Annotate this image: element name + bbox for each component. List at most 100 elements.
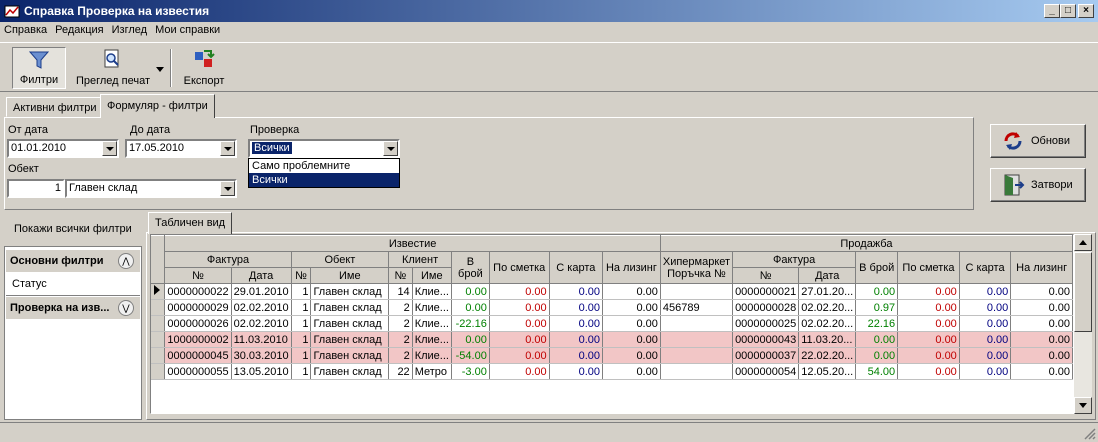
cell-client-name[interactable]: Клие... bbox=[412, 331, 452, 348]
sidebar-section-notice-check[interactable]: Проверка на изв... ⋁ bbox=[6, 297, 140, 319]
close-button[interactable]: Затвори bbox=[990, 168, 1086, 202]
menu-view[interactable]: Изглед bbox=[108, 22, 151, 40]
cell-card[interactable]: 0.00 bbox=[549, 315, 604, 332]
col-card[interactable]: С карта bbox=[549, 251, 604, 284]
cell-object-no[interactable]: 1 bbox=[291, 315, 312, 332]
cell-client-no[interactable]: 2 bbox=[388, 315, 413, 332]
cell-object-name[interactable]: Главен склад bbox=[310, 347, 390, 364]
cell-sale-card[interactable]: 0.00 bbox=[959, 283, 1012, 300]
cell-invoice-no[interactable]: 0000000029 bbox=[164, 299, 232, 316]
cell-object-name[interactable]: Главен склад bbox=[310, 299, 390, 316]
cell-sale-account[interactable]: 0.00 bbox=[897, 331, 960, 348]
cell-sale-no[interactable]: 0000000021 bbox=[732, 283, 800, 300]
col-client-name[interactable]: Име bbox=[412, 267, 452, 284]
cell-client-no[interactable]: 2 bbox=[388, 299, 413, 316]
cell-client-no[interactable]: 14 bbox=[388, 283, 413, 300]
chevron-down-icon[interactable] bbox=[220, 181, 235, 196]
chevron-down-icon[interactable] bbox=[102, 141, 117, 156]
tab-form-filters[interactable]: Формуляр - филтри bbox=[100, 94, 215, 118]
cell-sale-qty[interactable]: 0.00 bbox=[855, 331, 899, 348]
cell-account[interactable]: 0.00 bbox=[489, 299, 550, 316]
cell-hyper-order[interactable] bbox=[660, 331, 734, 348]
cell-invoice-date[interactable]: 30.03.2010 bbox=[231, 347, 292, 364]
cell-object-name[interactable]: Главен склад bbox=[310, 331, 390, 348]
cell-qty[interactable]: -22.16 bbox=[451, 315, 490, 332]
cell-qty[interactable]: -54.00 bbox=[451, 347, 490, 364]
cell-sale-date[interactable]: 02.02.20... bbox=[798, 299, 857, 316]
cell-sale-account[interactable]: 0.00 bbox=[897, 283, 960, 300]
cell-card[interactable]: 0.00 bbox=[549, 331, 604, 348]
scroll-thumb[interactable] bbox=[1074, 252, 1092, 332]
menu-my-reports[interactable]: Мои справки bbox=[151, 22, 224, 40]
col-sale-no[interactable]: № bbox=[732, 267, 800, 284]
current-row-indicator[interactable] bbox=[151, 283, 166, 300]
resize-grip-icon[interactable] bbox=[1082, 426, 1096, 440]
cell-card[interactable]: 0.00 bbox=[549, 363, 604, 380]
cell-sale-card[interactable]: 0.00 bbox=[959, 331, 1012, 348]
cell-sale-leasing[interactable]: 0.00 bbox=[1010, 331, 1073, 348]
cell-client-name[interactable]: Метро bbox=[412, 363, 452, 380]
cell-leasing[interactable]: 0.00 bbox=[602, 363, 661, 380]
cell-object-no[interactable]: 1 bbox=[291, 331, 312, 348]
cell-leasing[interactable]: 0.00 bbox=[602, 315, 661, 332]
sidebar-item-status[interactable]: Статус bbox=[12, 278, 47, 290]
cell-object-name[interactable]: Главен склад bbox=[310, 363, 390, 380]
cell-sale-card[interactable]: 0.00 bbox=[959, 347, 1012, 364]
cell-sale-account[interactable]: 0.00 bbox=[897, 363, 960, 380]
cell-sale-date[interactable]: 02.02.20... bbox=[798, 315, 857, 332]
col-hyper[interactable]: Хипермаркет Поръчка № bbox=[660, 251, 734, 284]
option-only-problems[interactable]: Само проблемните bbox=[249, 159, 399, 173]
export-button[interactable]: Експорт bbox=[178, 47, 230, 89]
cell-account[interactable]: 0.00 bbox=[489, 315, 550, 332]
cell-client-name[interactable]: Клие... bbox=[412, 283, 452, 300]
menu-edit[interactable]: Редакция bbox=[51, 22, 107, 40]
cell-sale-qty[interactable]: 54.00 bbox=[855, 363, 899, 380]
sidebar-section-basic-filters[interactable]: Основни филтри ⋀ bbox=[6, 250, 140, 272]
col-sale-date[interactable]: Дата bbox=[798, 267, 857, 284]
cell-sale-leasing[interactable]: 0.00 bbox=[1010, 315, 1073, 332]
col-client-no[interactable]: № bbox=[388, 267, 413, 284]
cell-leasing[interactable]: 0.00 bbox=[602, 331, 661, 348]
cell-invoice-no[interactable]: 0000000055 bbox=[164, 363, 232, 380]
refresh-button[interactable]: Обнови bbox=[990, 124, 1086, 158]
col-no[interactable]: № bbox=[164, 267, 232, 284]
scroll-up-button[interactable] bbox=[1074, 234, 1092, 251]
from-date-field[interactable]: 01.01.2010 bbox=[7, 139, 119, 158]
cell-sale-leasing[interactable]: 0.00 bbox=[1010, 363, 1073, 380]
table-row[interactable]: 0000000029 02.02.2010 1 Главен склад 2 Клие..… bbox=[151, 299, 1073, 316]
col-sale-account[interactable]: По сметка bbox=[897, 251, 960, 284]
cell-sale-qty[interactable]: 0.97 bbox=[855, 299, 899, 316]
cell-object-no[interactable]: 1 bbox=[291, 363, 312, 380]
vertical-scrollbar[interactable] bbox=[1074, 234, 1092, 414]
cell-sale-card[interactable]: 0.00 bbox=[959, 315, 1012, 332]
row-indicator[interactable] bbox=[151, 299, 166, 316]
cell-sale-card[interactable]: 0.00 bbox=[959, 299, 1012, 316]
cell-hyper-order[interactable] bbox=[660, 283, 734, 300]
cell-invoice-date[interactable]: 11.03.2010 bbox=[231, 331, 292, 348]
cell-sale-date[interactable]: 12.05.20... bbox=[798, 363, 857, 380]
cell-object-no[interactable]: 1 bbox=[291, 283, 312, 300]
cell-sale-no[interactable]: 0000000037 bbox=[732, 347, 800, 364]
cell-client-name[interactable]: Клие... bbox=[412, 315, 452, 332]
cell-client-no[interactable]: 22 bbox=[388, 363, 413, 380]
row-indicator[interactable] bbox=[151, 363, 166, 380]
cell-invoice-date[interactable]: 29.01.2010 bbox=[231, 283, 292, 300]
cell-sale-leasing[interactable]: 0.00 bbox=[1010, 347, 1073, 364]
cell-sale-qty[interactable]: 0.00 bbox=[855, 283, 899, 300]
chevron-down-icon[interactable]: ⋁ bbox=[118, 300, 134, 316]
close-window-button[interactable]: × bbox=[1078, 4, 1094, 18]
cell-object-name[interactable]: Главен склад bbox=[310, 315, 390, 332]
cell-sale-date[interactable]: 22.02.20... bbox=[798, 347, 857, 364]
cell-client-no[interactable]: 2 bbox=[388, 347, 413, 364]
cell-leasing[interactable]: 0.00 bbox=[602, 283, 661, 300]
cell-card[interactable]: 0.00 bbox=[549, 299, 604, 316]
tab-active-filters[interactable]: Активни филтри bbox=[6, 97, 104, 117]
cell-sale-date[interactable]: 27.01.20... bbox=[798, 283, 857, 300]
row-indicator[interactable] bbox=[151, 315, 166, 332]
cell-invoice-date[interactable]: 02.02.2010 bbox=[231, 299, 292, 316]
cell-hyper-order[interactable] bbox=[660, 347, 734, 364]
col-sale-qty[interactable]: В брой bbox=[855, 251, 899, 284]
object-name-select[interactable]: Главен склад bbox=[65, 179, 237, 198]
cell-sale-leasing[interactable]: 0.00 bbox=[1010, 283, 1073, 300]
cell-invoice-no[interactable]: 0000000026 bbox=[164, 315, 232, 332]
